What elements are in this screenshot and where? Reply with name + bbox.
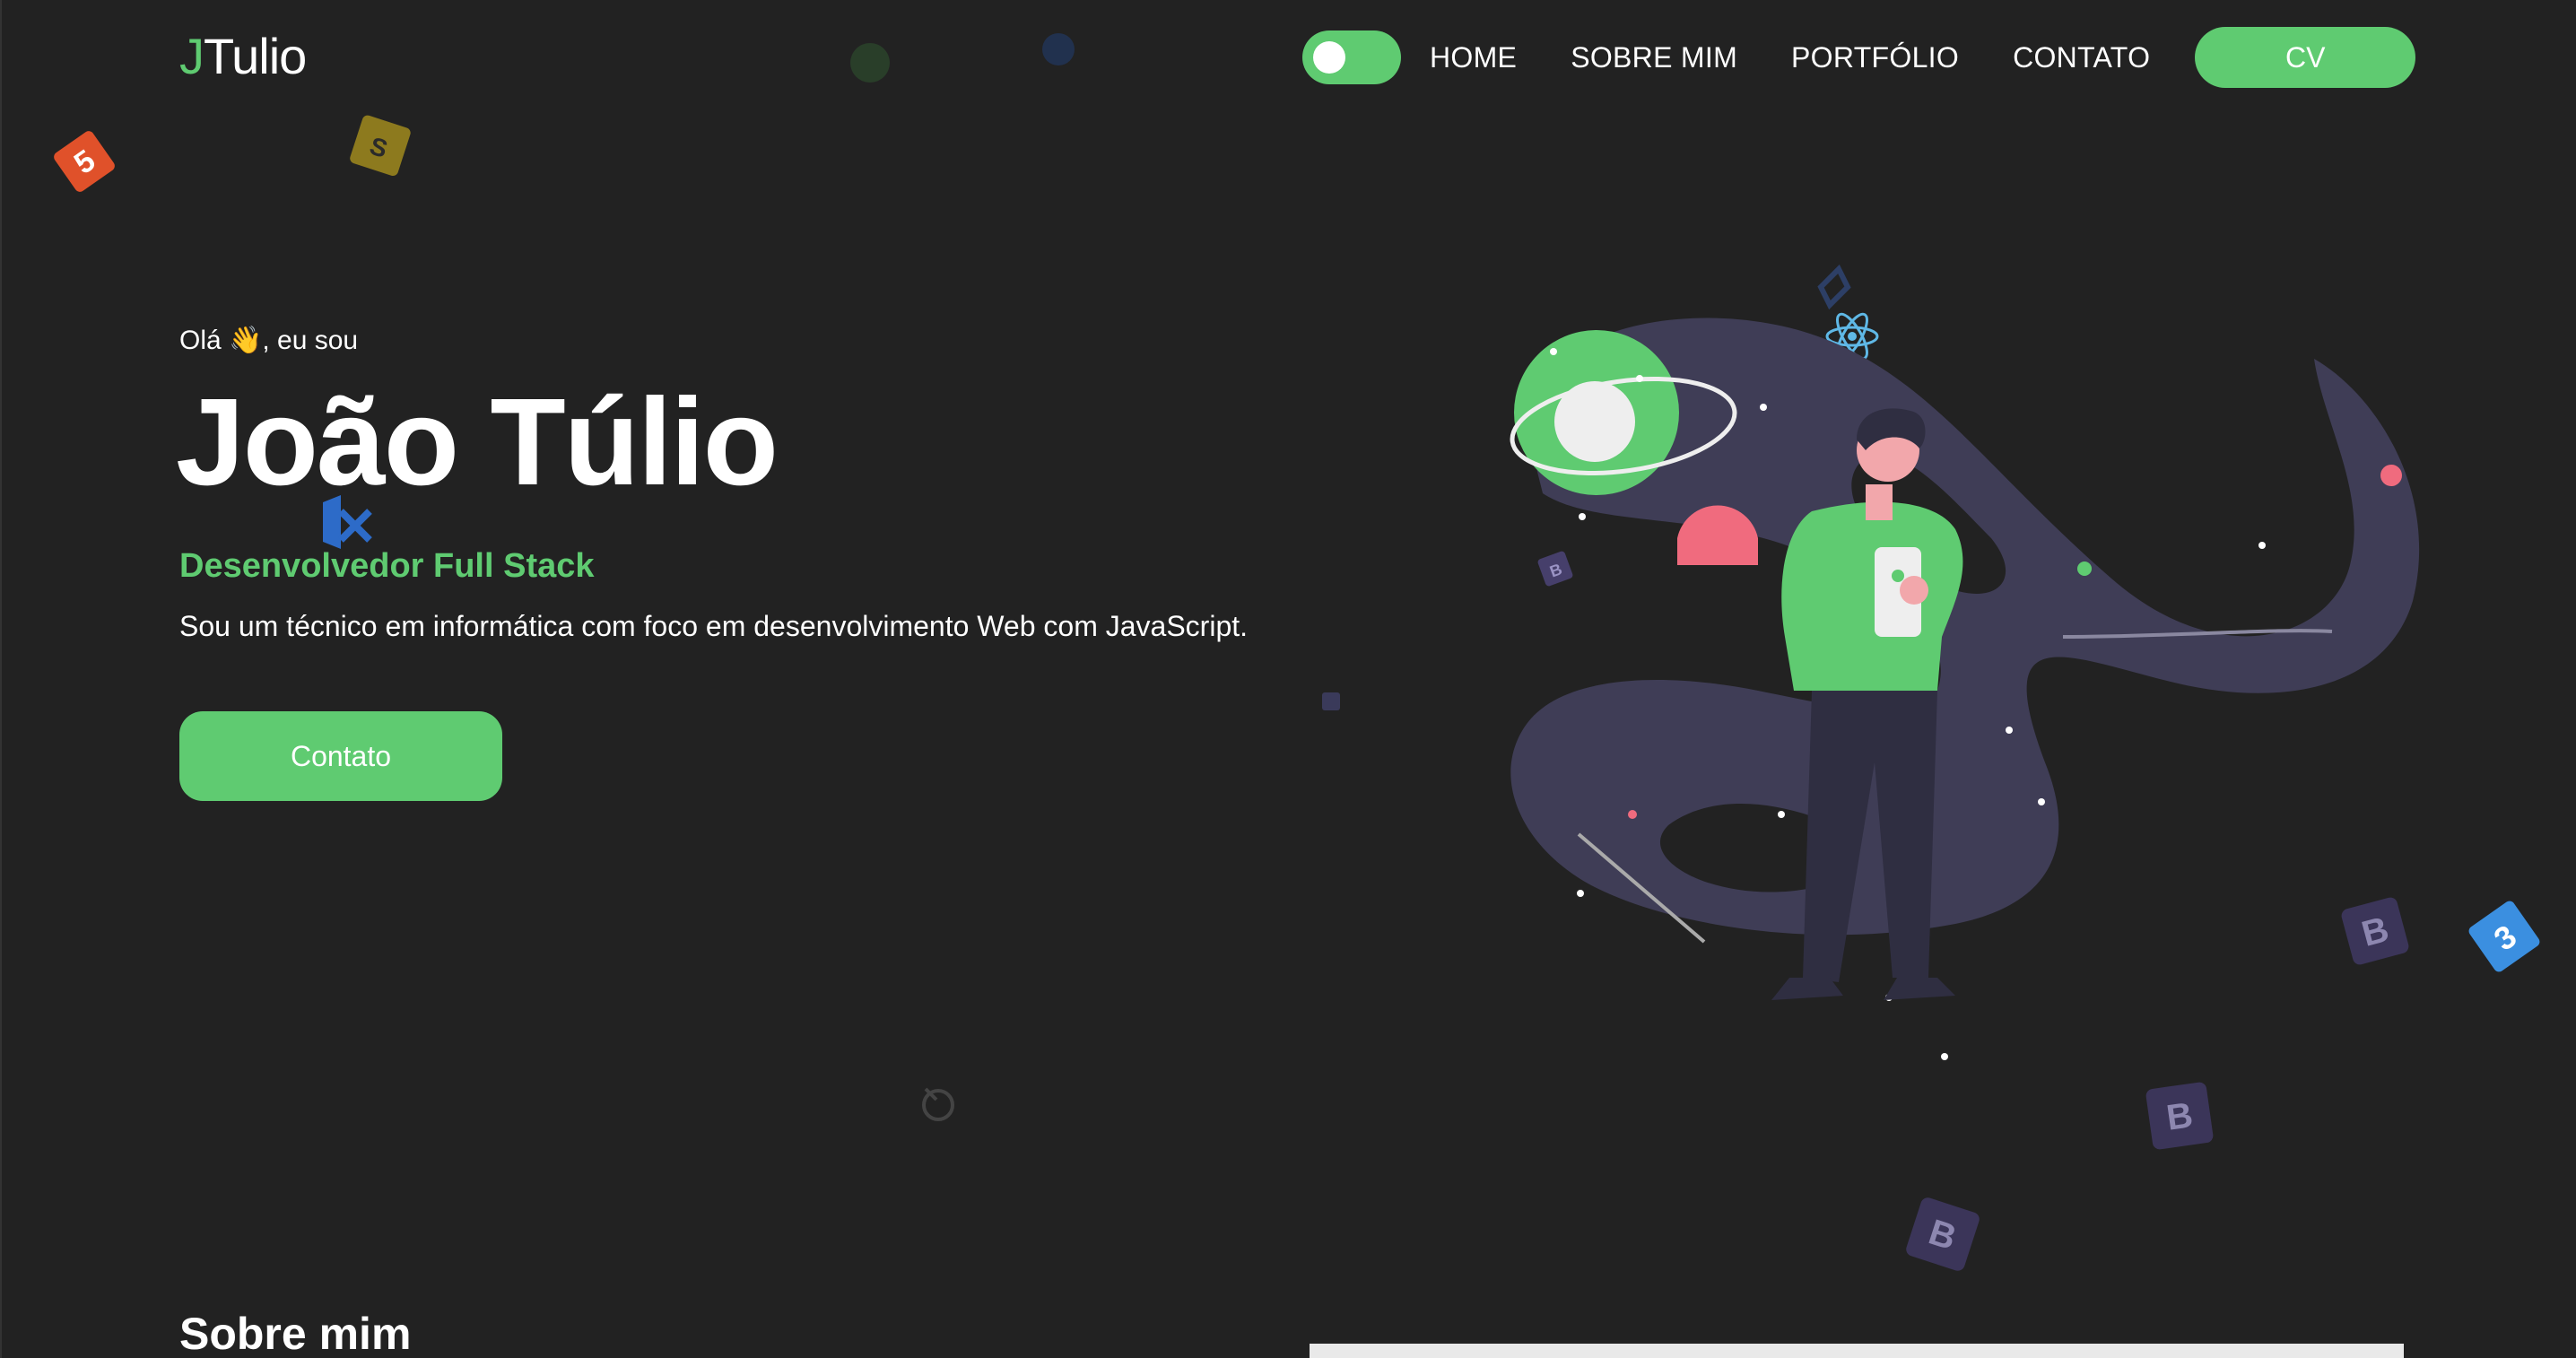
window-edge bbox=[0, 0, 2, 1358]
logo-initial: J bbox=[179, 28, 205, 84]
css3-icon: 3 bbox=[2468, 901, 2540, 972]
theme-toggle[interactable] bbox=[1302, 30, 1401, 84]
nav-contato[interactable]: CONTATO bbox=[2013, 41, 2150, 74]
contact-button[interactable]: Contato bbox=[179, 711, 502, 801]
html5-icon: 5 bbox=[54, 131, 115, 192]
cv-button[interactable]: CV bbox=[2195, 27, 2416, 88]
toggle-knob bbox=[1313, 41, 1345, 74]
nodejs-icon bbox=[850, 43, 890, 83]
site-logo[interactable]: JTulio bbox=[179, 27, 307, 85]
sass-icon: S bbox=[350, 115, 411, 177]
about-title: Sobre mim bbox=[179, 1309, 412, 1358]
nav-home[interactable]: HOME bbox=[1430, 41, 1517, 74]
css3-icon bbox=[1042, 33, 1075, 65]
hero-greeting: Olá 👋, eu sou bbox=[179, 326, 359, 355]
nav-portfolio[interactable]: PORTFÓLIO bbox=[1791, 41, 1959, 74]
nodejs-icon bbox=[922, 1087, 954, 1121]
hero-illustration bbox=[1510, 318, 2420, 1060]
main-nav: HOME SOBRE MIM PORTFÓLIO CONTATO CV bbox=[1302, 25, 2416, 90]
bootstrap-icon: B bbox=[1906, 1197, 1980, 1271]
portfolio-page: 5 S B B 3 B B JTulio HOME SOBRE MIM PORT… bbox=[0, 0, 2576, 1358]
bootstrap-icon bbox=[1322, 692, 1340, 710]
hero-name: João Túlio bbox=[176, 373, 779, 511]
about-image-panel bbox=[1310, 1344, 2404, 1358]
hero-description: Sou um técnico em informática com foco e… bbox=[179, 610, 1249, 642]
nav-sobre-mim[interactable]: SOBRE MIM bbox=[1571, 41, 1737, 74]
hero-role: Desenvolvedor Full Stack bbox=[179, 547, 595, 585]
logo-text: Tulio bbox=[204, 28, 307, 84]
